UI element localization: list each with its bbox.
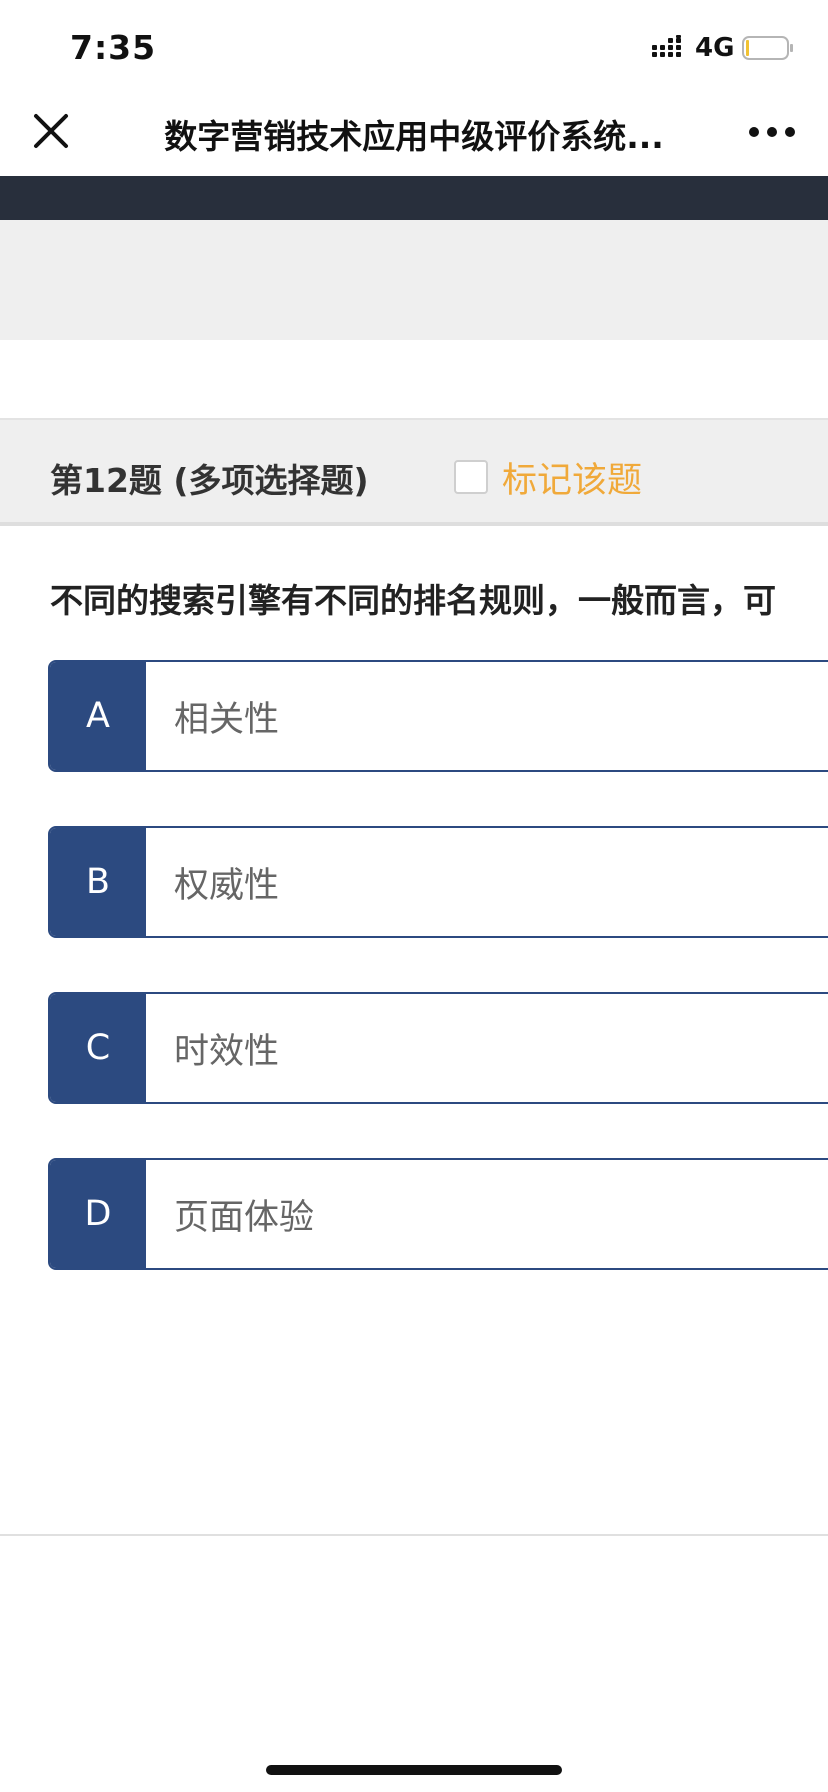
option-b[interactable]: B 权威性 [48, 826, 828, 938]
option-text: 权威性 [174, 865, 280, 906]
page-title: 数字营销技术应用中级评价系统... [164, 117, 664, 156]
nav-bar: 数字营销技术应用中级评价系统... [0, 88, 828, 176]
option-a[interactable]: A 相关性 [48, 660, 828, 772]
option-letter: D [50, 1160, 146, 1268]
bottom-divider [0, 1534, 828, 1536]
option-letter: B [50, 828, 146, 936]
question-text: 不同的搜索引擎有不同的排名规则，一般而言，可 [50, 581, 776, 620]
status-time: 7:35 [70, 28, 157, 67]
option-d[interactable]: D 页面体验 [48, 1158, 828, 1270]
header-dark-band [0, 176, 828, 220]
close-icon[interactable] [28, 108, 74, 154]
signal-icon [652, 35, 681, 57]
option-c[interactable]: C 时效性 [48, 992, 828, 1104]
option-letter: A [50, 662, 146, 770]
status-bar: 7:35 4G [0, 0, 828, 88]
more-icon[interactable] [748, 126, 796, 138]
mark-question-checkbox[interactable] [454, 460, 488, 494]
battery-icon [742, 36, 793, 60]
option-letter: C [50, 994, 146, 1102]
network-label: 4G [695, 33, 735, 63]
option-text: 时效性 [174, 1031, 280, 1072]
mark-question-label[interactable]: 标记该题 [502, 452, 642, 503]
question-header: 第12题 (多项选择题) 标记该题 [0, 418, 828, 526]
option-text: 页面体验 [174, 1197, 315, 1238]
home-indicator [266, 1765, 562, 1775]
page: 7:35 4G 数字营销技术应用中级评价系统... 第12题 (多项选择题) 标… [0, 0, 828, 1792]
question-number: 第12题 (多项选择题) [50, 461, 369, 500]
header-gray-band [0, 220, 828, 340]
option-text: 相关性 [174, 699, 280, 740]
